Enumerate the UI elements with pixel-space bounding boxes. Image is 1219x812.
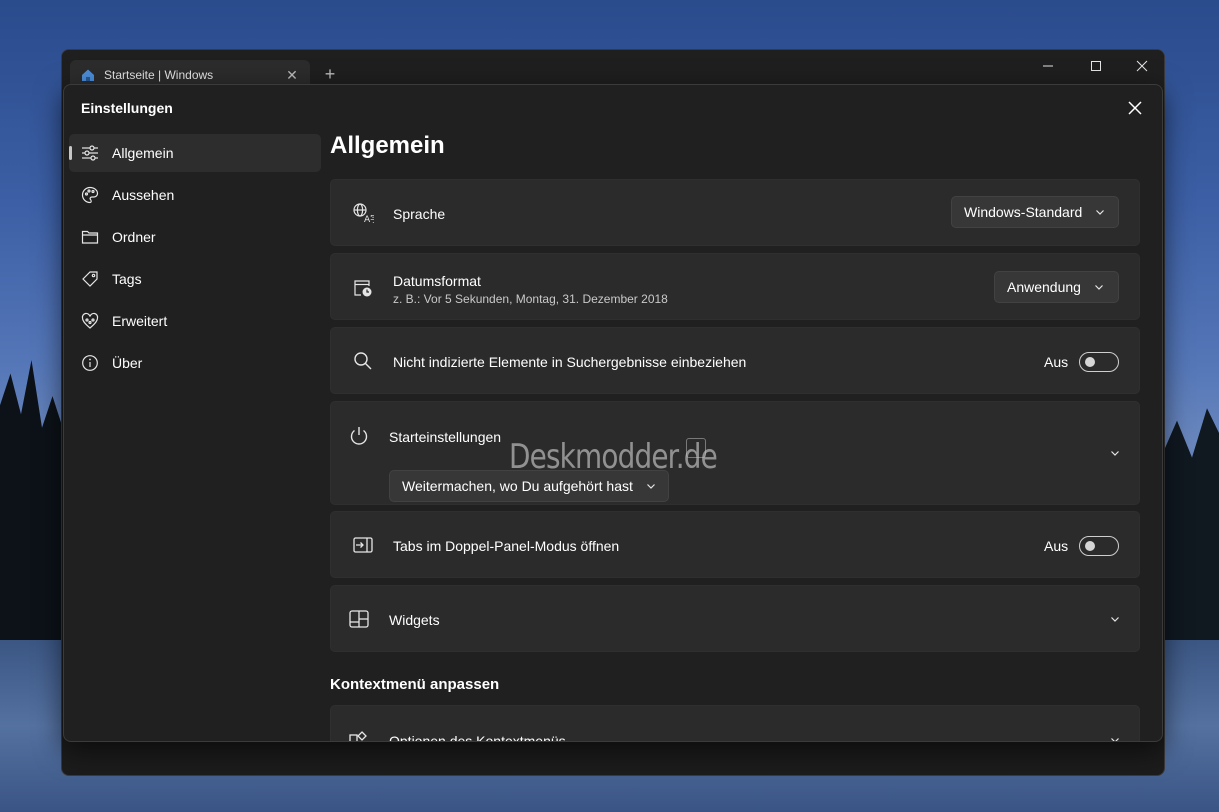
startup-label: Starteinstellungen xyxy=(389,429,502,445)
sidebar-item-label: Tags xyxy=(112,271,142,287)
widgets-label: Widgets xyxy=(389,612,440,628)
minimize-icon xyxy=(1043,65,1053,67)
watermark-logo-icon xyxy=(686,438,706,458)
chevron-down-icon xyxy=(1093,281,1105,293)
calendar-clock-icon xyxy=(351,276,375,300)
unindexed-state: Aus xyxy=(1044,354,1069,370)
maximize-icon xyxy=(1091,61,1101,71)
language-icon: A字 xyxy=(351,201,375,225)
sidebar-item-aussehen[interactable]: Aussehen xyxy=(69,176,321,214)
dialog-close-button[interactable] xyxy=(1124,97,1146,119)
power-icon xyxy=(347,424,371,448)
dual-pane-toggle[interactable] xyxy=(1079,536,1119,556)
sidebar-item-erweitert[interactable]: Erweitert xyxy=(69,302,321,340)
sidebar-item-tags[interactable]: Tags xyxy=(69,260,321,298)
sliders-icon xyxy=(81,144,99,162)
sidebar-item-label: Allgemein xyxy=(112,145,174,161)
date-format-example: z. B.: Vor 5 Sekunden, Montag, 31. Dezem… xyxy=(393,292,668,306)
startup-dropdown-value: Weitermachen, wo Du aufgehört hast xyxy=(402,478,633,494)
unindexed-toggle[interactable] xyxy=(1079,352,1119,372)
tab-bar: Startseite | Windows ✕ + xyxy=(62,50,1164,90)
dual-pane-state: Aus xyxy=(1044,538,1069,554)
toggle-knob xyxy=(1085,357,1095,367)
context-menu-icon xyxy=(347,728,371,741)
unindexed-label: Nicht indizierte Elemente in Suchergebni… xyxy=(393,354,747,370)
language-dropdown-value: Windows-Standard xyxy=(964,204,1083,220)
home-icon xyxy=(80,67,96,83)
context-options-card[interactable]: Optionen des Kontextmenüs xyxy=(330,705,1140,742)
dual-pane-label: Tabs im Doppel-Panel-Modus öffnen xyxy=(393,538,620,554)
sidebar-item-allgemein[interactable]: Allgemein xyxy=(69,134,321,172)
advanced-icon xyxy=(81,312,99,330)
dual-pane-icon xyxy=(351,533,375,557)
expand-chevron-icon[interactable] xyxy=(1109,613,1121,625)
info-icon xyxy=(81,354,99,372)
dual-pane-card: Tabs im Doppel-Panel-Modus öffnen Aus xyxy=(330,511,1140,578)
section-title-context-menu: Kontextmenü anpassen xyxy=(330,676,500,693)
settings-sidebar: Allgemein Aussehen Ordner Tags Erweitert xyxy=(69,134,321,386)
toggle-knob xyxy=(1085,541,1095,551)
sidebar-item-label: Ordner xyxy=(112,229,156,245)
window-close-button[interactable] xyxy=(1119,54,1164,78)
tab-title: Startseite | Windows xyxy=(104,68,214,82)
language-card: A字 Sprache Windows-Standard xyxy=(330,179,1140,246)
date-format-card: Datumsformat z. B.: Vor 5 Sekunden, Mont… xyxy=(330,253,1140,320)
expand-chevron-icon[interactable] xyxy=(1109,447,1121,459)
unindexed-card: Nicht indizierte Elemente in Suchergebni… xyxy=(330,327,1140,394)
date-format-label: Datumsformat xyxy=(393,273,481,289)
language-dropdown[interactable]: Windows-Standard xyxy=(951,196,1119,228)
settings-dialog: Einstellungen Allgemein Aussehen Ordner xyxy=(63,84,1163,742)
tag-icon xyxy=(81,270,99,288)
widgets-icon xyxy=(347,607,371,631)
sidebar-item-ueber[interactable]: Über xyxy=(69,344,321,382)
folder-icon xyxy=(81,228,99,246)
startup-card[interactable]: Starteinstellungen Weitermachen, wo Du a… xyxy=(330,401,1140,505)
minimize-button[interactable] xyxy=(1025,54,1071,78)
sidebar-item-label: Aussehen xyxy=(112,187,175,203)
sidebar-item-label: Über xyxy=(112,355,143,371)
palette-icon xyxy=(81,186,99,204)
expand-chevron-icon[interactable] xyxy=(1109,734,1121,741)
dialog-title: Einstellungen xyxy=(81,100,173,116)
close-icon xyxy=(1128,101,1142,115)
context-options-label: Optionen des Kontextmenüs xyxy=(389,733,566,742)
new-tab-button[interactable]: + xyxy=(320,64,340,84)
sidebar-item-ordner[interactable]: Ordner xyxy=(69,218,321,256)
widgets-card[interactable]: Widgets xyxy=(330,585,1140,652)
date-format-dropdown[interactable]: Anwendung xyxy=(994,271,1119,303)
maximize-button[interactable] xyxy=(1073,54,1119,78)
close-icon xyxy=(1136,60,1148,72)
page-title: Allgemein xyxy=(330,132,445,159)
chevron-down-icon xyxy=(1094,206,1106,218)
language-label: Sprache xyxy=(393,206,446,222)
svg-text:A字: A字 xyxy=(364,213,374,224)
chevron-down-icon xyxy=(645,480,657,492)
date-format-dropdown-value: Anwendung xyxy=(1007,279,1081,295)
search-icon xyxy=(351,349,375,373)
tab-close-icon[interactable]: ✕ xyxy=(284,67,300,84)
sidebar-item-label: Erweitert xyxy=(112,313,168,329)
